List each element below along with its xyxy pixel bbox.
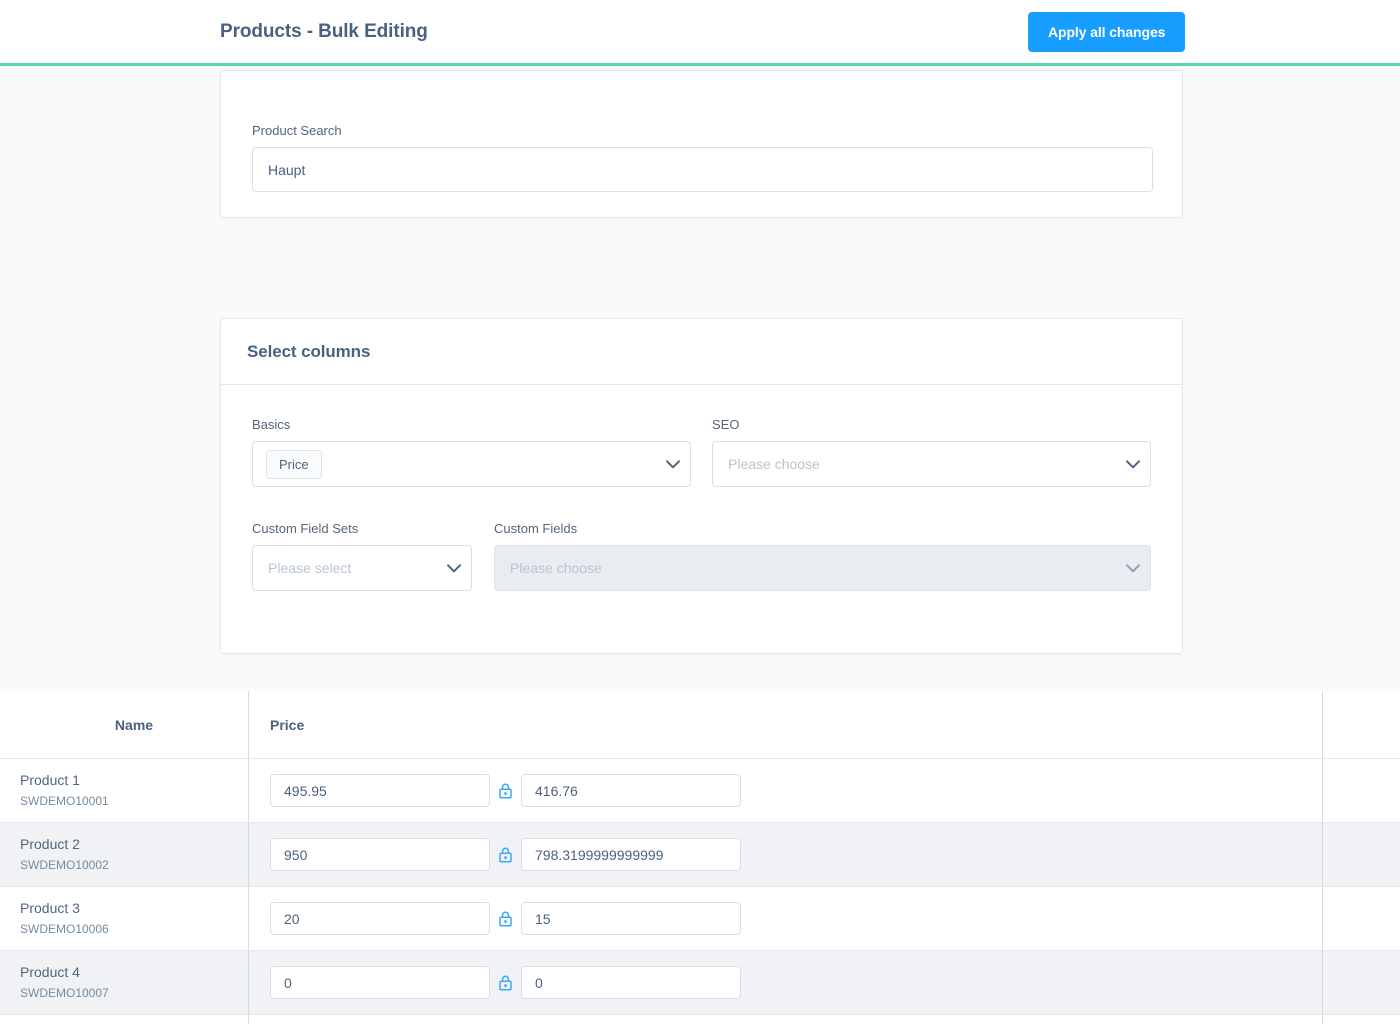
product-name: Product 4	[20, 963, 80, 980]
table-header-row: Name Price	[0, 691, 1400, 759]
select-columns-title: Select columns	[247, 341, 371, 361]
bulk-edit-table: Name Price Product 1 SWDEMO10001 Product 2…	[0, 691, 1400, 1024]
chevron-down-icon	[437, 563, 471, 573]
price-net-input[interactable]	[521, 774, 741, 807]
lock-icon[interactable]	[490, 902, 521, 935]
product-name-cell: Product 3 SWDEMO10006	[0, 887, 249, 950]
seo-multiselect[interactable]: Please choose	[712, 441, 1151, 487]
product-name: Product 2	[20, 835, 80, 852]
trailing-cell	[1322, 759, 1400, 822]
column-header-price: Price	[270, 716, 305, 733]
product-search-card: Product Search	[220, 70, 1183, 218]
custom-field-sets-placeholder: Please select	[268, 560, 352, 576]
price-gross-input[interactable]	[270, 774, 490, 807]
custom-fields-label: Custom Fields	[494, 521, 578, 536]
table-row: Product 4 SWDEMO10007	[0, 951, 1400, 1015]
lock-icon[interactable]	[490, 774, 521, 807]
product-sku: SWDEMO10001	[20, 793, 109, 808]
select-columns-card: Select columns Basics Price SEO Please c…	[220, 318, 1183, 654]
trailing-cell	[1322, 823, 1400, 886]
column-header-name-cell: Name	[0, 691, 249, 758]
app-header: Products - Bulk Editing Apply all change…	[0, 0, 1400, 66]
column-header-name: Name	[114, 716, 154, 733]
product-name-cell: Product 4 SWDEMO10007	[0, 951, 249, 1014]
product-sku: SWDEMO10002	[20, 857, 109, 872]
chevron-down-icon	[1116, 563, 1150, 573]
product-price-cell	[249, 823, 1322, 886]
chevron-down-icon	[1116, 459, 1150, 469]
custom-field-sets-select[interactable]: Please select	[252, 545, 472, 591]
basics-label: Basics	[252, 417, 291, 432]
column-header-trailing-cell	[1322, 691, 1400, 758]
product-price-cell	[249, 951, 1322, 1014]
product-name-cell: Product 1 SWDEMO10001	[0, 759, 249, 822]
select-columns-header: Select columns	[221, 319, 1182, 385]
product-name-cell: Product 5SWDEMO100013	[0, 1015, 249, 1024]
seo-label: SEO	[712, 417, 740, 432]
lock-icon[interactable]	[490, 838, 521, 871]
product-search-label: Product Search	[252, 123, 342, 138]
product-name: Product 1	[20, 771, 80, 788]
product-sku: SWDEMO10007	[20, 985, 109, 1000]
apply-all-changes-button[interactable]: Apply all changes	[1028, 12, 1186, 52]
seo-placeholder: Please choose	[728, 456, 820, 472]
column-header-price-cell: Price	[249, 691, 1322, 758]
price-gross-input[interactable]	[270, 966, 490, 999]
price-net-input[interactable]	[521, 902, 741, 935]
price-net-input[interactable]	[521, 966, 741, 999]
custom-fields-placeholder: Please choose	[510, 560, 602, 576]
product-price-cell	[249, 887, 1322, 950]
table-body: Product 1 SWDEMO10001 Product 2 SWDEMO10002…	[0, 759, 1400, 1024]
price-gross-input[interactable]	[270, 838, 490, 871]
table-row: Product 3 SWDEMO10006	[0, 887, 1400, 951]
price-net-input[interactable]	[521, 838, 741, 871]
product-name-cell: Product 2 SWDEMO10002	[0, 823, 249, 886]
table-row: Product 5SWDEMO100013	[0, 1015, 1400, 1024]
basics-chip-price[interactable]: Price	[266, 449, 322, 479]
trailing-cell	[1322, 887, 1400, 950]
custom-field-sets-label: Custom Field Sets	[252, 521, 359, 536]
product-price-cell	[249, 759, 1322, 822]
lock-icon[interactable]	[490, 966, 521, 999]
price-gross-input[interactable]	[270, 902, 490, 935]
product-name: Product 3	[20, 899, 80, 916]
basics-multiselect[interactable]: Price	[252, 441, 691, 487]
page-title: Products - Bulk Editing	[220, 20, 428, 42]
trailing-cell	[1322, 1015, 1400, 1024]
chevron-down-icon	[656, 459, 690, 469]
product-price-cell	[249, 1015, 1322, 1024]
product-sku: SWDEMO10006	[20, 921, 109, 936]
trailing-cell	[1322, 951, 1400, 1014]
custom-fields-select: Please choose	[494, 545, 1151, 591]
table-row: Product 2 SWDEMO10002	[0, 823, 1400, 887]
product-search-input[interactable]	[252, 147, 1153, 192]
table-row: Product 1 SWDEMO10001	[0, 759, 1400, 823]
